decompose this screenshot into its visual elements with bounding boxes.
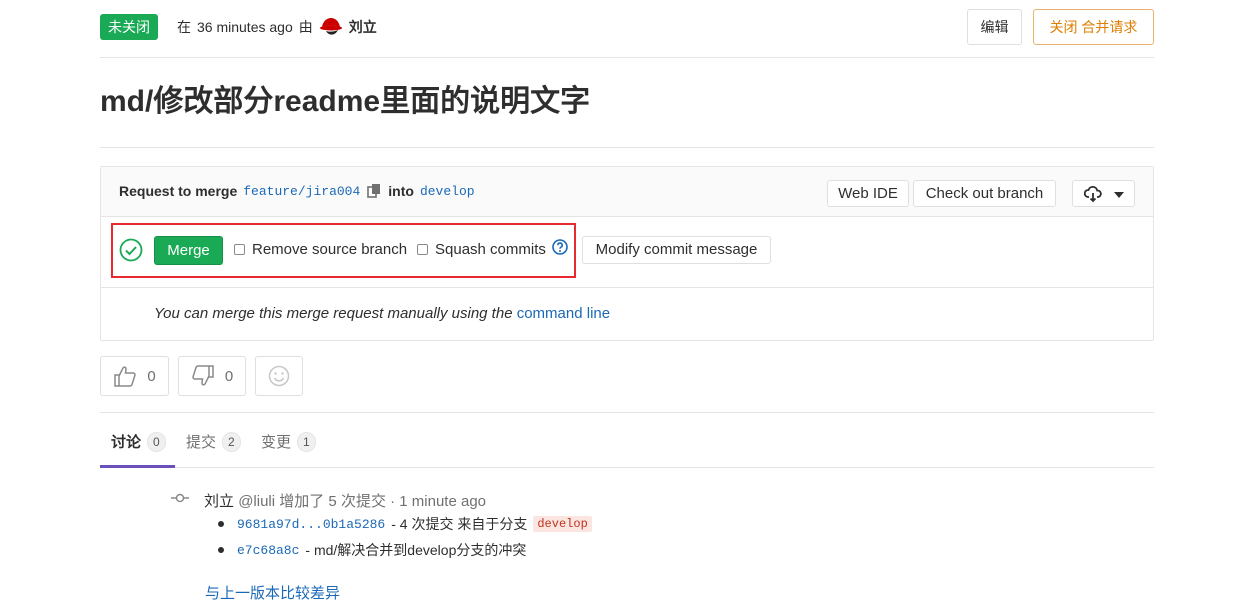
- compare-previous-version-link[interactable]: 与上一版本比较差异: [205, 582, 340, 603]
- manual-merge-hint: You can merge this merge request manuall…: [154, 305, 610, 322]
- manual-merge-text: You can merge this merge request manuall…: [154, 305, 513, 322]
- title-divider: [100, 147, 1154, 148]
- help-icon[interactable]: [552, 239, 568, 255]
- tab-commits-count: 2: [222, 431, 241, 452]
- thumbsdown-count: 0: [224, 367, 234, 385]
- thumbsup-award-button[interactable]: 0: [100, 356, 169, 396]
- status-badge: 未关闭: [100, 14, 158, 40]
- widget-row-divider: [101, 287, 1153, 288]
- web-ide-button[interactable]: Web IDE: [827, 180, 909, 207]
- smiley-icon: [268, 365, 290, 387]
- remove-source-branch-checkbox[interactable]: [234, 244, 245, 255]
- note-handle[interactable]: @liuli: [238, 493, 275, 510]
- tab-commits[interactable]: 提交 2: [186, 431, 241, 452]
- by-label: 由: [298, 19, 313, 35]
- awards-divider: [100, 412, 1154, 413]
- squash-commits-checkbox[interactable]: [417, 244, 428, 255]
- close-merge-request-button[interactable]: 关闭 合并请求: [1033, 9, 1154, 45]
- thumbsdown-icon: [192, 365, 214, 386]
- author-avatar[interactable]: [318, 15, 343, 39]
- copy-icon[interactable]: [366, 183, 382, 199]
- modify-commit-message-button[interactable]: Modify commit message: [582, 236, 771, 264]
- into-label: into: [388, 183, 414, 199]
- created-time: 36 minutes ago: [197, 19, 293, 35]
- tab-changes[interactable]: 变更 1: [261, 431, 316, 452]
- time-prefix: 在: [177, 19, 191, 35]
- add-reaction-button[interactable]: [255, 356, 303, 396]
- commit-list-item: 9681a97d...0b1a5286 - 4 次提交 来自于分支 develo…: [218, 514, 592, 534]
- tab-discussion-label[interactable]: 讨论: [111, 431, 141, 452]
- tabs-divider: [100, 467, 1154, 468]
- tab-changes-count: 1: [297, 431, 316, 452]
- active-tab-indicator: [100, 465, 175, 468]
- commit-list-item: e7c68a8c - md/解决合并到develop分支的冲突: [218, 540, 526, 560]
- mr-meta: 在 36 minutes ago 由 刘立: [177, 15, 377, 39]
- commit-text: - md/解决合并到develop分支的冲突: [305, 542, 527, 558]
- thumbsdown-award-button[interactable]: 0: [178, 356, 246, 396]
- request-to-merge-label: Request to merge: [119, 183, 238, 199]
- status-success-icon: [119, 238, 143, 262]
- system-note: 刘立 @liuli 增加了 5 次提交 · 1 minute ago: [204, 490, 486, 511]
- bullet: [218, 547, 224, 553]
- note-author[interactable]: 刘立: [204, 493, 234, 510]
- merge-button[interactable]: Merge: [154, 236, 223, 265]
- header-divider: [100, 57, 1154, 58]
- commit-sha-link[interactable]: e7c68a8c: [237, 543, 299, 558]
- commit-icon: [171, 493, 189, 503]
- target-branch[interactable]: develop: [420, 184, 475, 199]
- author-name[interactable]: 刘立: [349, 17, 377, 37]
- tab-commits-label[interactable]: 提交: [186, 431, 216, 452]
- branch-tag: develop: [533, 516, 592, 532]
- page-title: md/修改部分readme里面的说明文字: [100, 85, 591, 118]
- remove-source-branch-option[interactable]: Remove source branch: [234, 241, 407, 258]
- tab-discussion[interactable]: 讨论 0: [111, 431, 166, 452]
- download-dropdown-button[interactable]: [1072, 180, 1135, 207]
- bullet: [218, 521, 224, 527]
- checkout-branch-button[interactable]: Check out branch: [913, 180, 1056, 207]
- tab-changes-label[interactable]: 变更: [261, 431, 291, 452]
- source-branch[interactable]: feature/jira004: [243, 184, 360, 199]
- note-action: 增加了 5 次提交 · 1 minute ago: [279, 493, 486, 510]
- edit-button[interactable]: 编辑: [967, 9, 1022, 45]
- commit-range-link[interactable]: 9681a97d...0b1a5286: [237, 517, 385, 532]
- commit-text: - 4 次提交 来自于分支: [391, 516, 528, 532]
- command-line-link[interactable]: command line: [517, 305, 610, 322]
- thumbsup-icon: [114, 366, 137, 387]
- remove-source-branch-label[interactable]: Remove source branch: [252, 241, 407, 258]
- chevron-down-icon: [1114, 192, 1124, 198]
- cloud-download-icon: [1084, 186, 1102, 203]
- merge-request-info: Request to merge feature/jira004 into de…: [119, 183, 475, 199]
- squash-commits-option[interactable]: Squash commits: [417, 241, 546, 258]
- thumbsup-count: 0: [147, 367, 156, 385]
- squash-commits-label[interactable]: Squash commits: [435, 241, 546, 258]
- tab-discussion-count: 0: [147, 431, 166, 452]
